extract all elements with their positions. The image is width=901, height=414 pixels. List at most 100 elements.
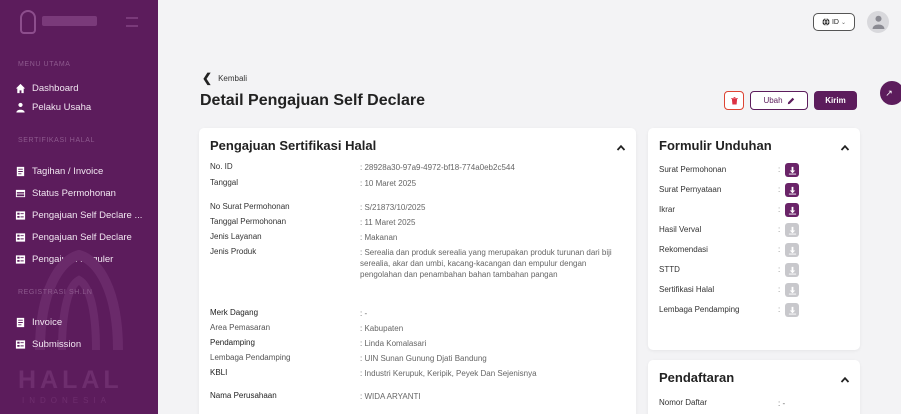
download-label: Hasil Verval xyxy=(659,225,702,234)
row-value: : UIN Sunan Gunung Djati Bandung xyxy=(360,354,487,363)
section-label-main: MENU UTAMA xyxy=(18,61,71,68)
sidebar-item-self-declare-1[interactable]: Pengajuan Self Declare ... xyxy=(14,207,154,223)
download-label: Ikrar xyxy=(659,205,675,214)
download-row: Lembaga Pendamping : xyxy=(659,303,849,317)
chevron-up-icon xyxy=(840,376,850,383)
colon: : xyxy=(778,165,781,174)
globe-icon xyxy=(822,18,830,26)
collapse-button[interactable] xyxy=(840,140,850,151)
edit-label: Ubah xyxy=(763,96,783,105)
row-label: Nama Perusahaan xyxy=(210,391,277,400)
sidebar-item-self-declare-2[interactable]: Pengajuan Self Declare xyxy=(14,229,154,245)
indonesia-logo-text: INDONESIA xyxy=(22,396,112,405)
sidebar-item-label: Pengajuan Reguler xyxy=(32,253,114,265)
sidebar-item-label: Tagihan / Invoice xyxy=(32,165,104,177)
download-row: Surat Permohonan : xyxy=(659,163,849,177)
sidebar-item-status-permohonan[interactable]: Status Permohonan xyxy=(14,185,154,201)
sidebar-item-label: Dashboard xyxy=(32,82,79,94)
sidebar-item-label: Status Permohonan xyxy=(32,187,116,199)
download-label: STTD xyxy=(659,265,680,274)
sidebar-item-label: Pengajuan Self Declare ... xyxy=(32,209,143,221)
collapse-button[interactable] xyxy=(840,372,850,383)
download-label: Rekomendasi xyxy=(659,245,708,254)
pencil-icon xyxy=(787,97,794,104)
download-label: Lembaga Pendamping xyxy=(659,305,740,314)
download-label: Surat Pernyataan xyxy=(659,185,722,194)
row-value: : - xyxy=(778,399,786,408)
back-link[interactable]: ❮ Kembali xyxy=(202,72,247,84)
download-button[interactable] xyxy=(785,183,799,197)
receipt-icon xyxy=(14,166,26,177)
halal-logo-text: HALAL xyxy=(18,366,123,394)
delete-button[interactable] xyxy=(724,91,744,110)
download-icon xyxy=(788,166,796,175)
download-button-disabled xyxy=(785,223,799,237)
row-label: KBLI xyxy=(210,368,228,377)
download-icon xyxy=(788,206,796,215)
menu-toggle-icon[interactable] xyxy=(126,17,138,27)
halal-logo-icon xyxy=(20,10,36,34)
colon: : xyxy=(778,205,781,214)
form-icon xyxy=(14,254,26,265)
row-value: : 28928a30-97a9-4972-bf18-774a0eb2c544 xyxy=(360,163,515,172)
download-label: Sertifikasi Halal xyxy=(659,285,715,294)
download-icon xyxy=(788,226,796,235)
certification-card: Pengajuan Sertifikasi Halal No. ID : 289… xyxy=(199,128,636,414)
download-icon xyxy=(788,286,796,295)
row-value: : Kabupaten xyxy=(360,324,404,333)
share-icon: ↗ xyxy=(885,87,893,98)
sidebar-item-invoice[interactable]: Invoice xyxy=(14,314,154,330)
user-tie-icon xyxy=(14,102,26,113)
row-label: Jenis Layanan xyxy=(210,232,262,241)
floating-share-button[interactable]: ↗ xyxy=(880,81,901,105)
row-label: Jenis Produk xyxy=(210,247,257,256)
home-icon xyxy=(14,83,26,94)
language-label: ID xyxy=(831,18,839,26)
row-label: Pendamping xyxy=(210,338,255,347)
download-row: Ikrar : xyxy=(659,203,849,217)
download-row: Rekomendasi : xyxy=(659,243,849,257)
card-title: Pengajuan Sertifikasi Halal xyxy=(210,138,377,153)
sidebar-item-tagihan[interactable]: Tagihan / Invoice xyxy=(14,163,154,179)
row-value: : 11 Maret 2025 xyxy=(360,218,416,227)
edit-button[interactable]: Ubah xyxy=(750,91,808,110)
back-label: Kembali xyxy=(218,73,247,83)
row-label: Lembaga Pendamping xyxy=(210,353,291,362)
registration-card: Pendaftaran Nomor Daftar : - xyxy=(648,360,860,414)
download-icon xyxy=(788,306,796,315)
colon: : xyxy=(778,225,781,234)
download-forms-card: Formulir Unduhan Surat Permohonan : Sura… xyxy=(648,128,860,350)
sidebar-logo[interactable] xyxy=(20,10,140,34)
row-value: : Linda Komalasari xyxy=(360,339,427,348)
sidebar: MENU UTAMA Dashboard Pelaku Usaha SERTIF… xyxy=(0,0,158,414)
row-value: : Serealia dan produk serealia yang meru… xyxy=(360,248,612,279)
row-value: : Industri Kerupuk, Keripik, Peyek Dan S… xyxy=(360,369,537,378)
page-title: Detail Pengajuan Self Declare xyxy=(200,92,425,109)
user-icon xyxy=(872,15,884,29)
row-value: : 10 Maret 2025 xyxy=(360,179,417,188)
download-row: STTD : xyxy=(659,263,849,277)
row-label: No. ID xyxy=(210,162,233,171)
row-value: : S/21873/10/2025 xyxy=(360,203,426,212)
sidebar-item-label: Invoice xyxy=(32,316,63,328)
user-avatar[interactable] xyxy=(867,11,889,33)
sidebar-item-label: Pelaku Usaha xyxy=(32,101,92,113)
chevron-up-icon xyxy=(616,144,626,151)
send-button[interactable]: Kirim xyxy=(814,91,857,110)
download-button[interactable] xyxy=(785,163,799,177)
download-row: Sertifikasi Halal : xyxy=(659,283,849,297)
row-label: Area Pemasaran xyxy=(210,323,271,332)
sidebar-item-pelaku-usaha[interactable]: Pelaku Usaha xyxy=(14,99,154,115)
colon: : xyxy=(778,285,781,294)
receipt-icon xyxy=(14,317,26,328)
collapse-button[interactable] xyxy=(616,140,626,151)
download-button-disabled xyxy=(785,243,799,257)
sidebar-item-reguler[interactable]: Pengajuan Reguler xyxy=(14,251,154,267)
download-button[interactable] xyxy=(785,203,799,217)
form-icon xyxy=(14,339,26,350)
download-row: Hasil Verval : xyxy=(659,223,849,237)
row-label: Tanggal xyxy=(210,178,239,187)
sidebar-item-submission[interactable]: Submission xyxy=(14,336,154,352)
language-selector[interactable]: ID ⌄ xyxy=(813,13,855,31)
sidebar-item-dashboard[interactable]: Dashboard xyxy=(14,80,154,96)
